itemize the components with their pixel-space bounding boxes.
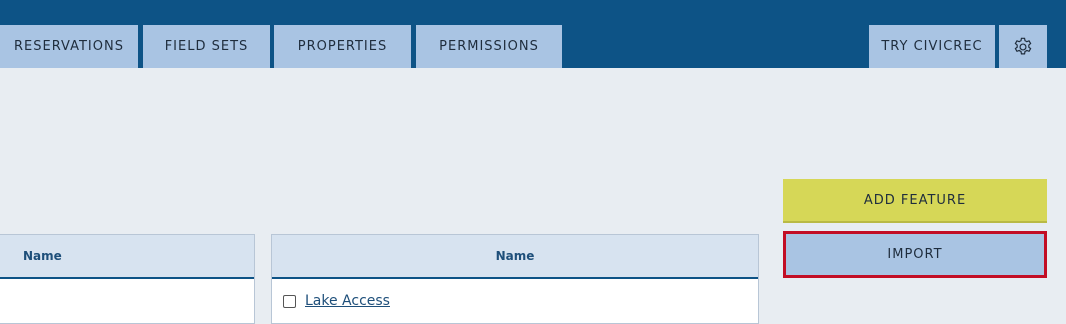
tab-field-sets[interactable]: FIELD SETS <box>143 25 270 68</box>
column-header-name[interactable]: Name <box>23 249 62 263</box>
tab-properties[interactable]: PROPERTIES <box>274 25 411 68</box>
try-civicrec-label: TRY CIVICREC <box>881 39 983 54</box>
add-feature-label: ADD FEATURE <box>863 192 967 208</box>
right-table: Name Lake Access <box>271 234 759 324</box>
row-checkbox[interactable] <box>283 294 296 308</box>
gear-icon <box>1014 37 1032 54</box>
import-label: IMPORT <box>887 247 943 262</box>
left-table: Name <box>0 234 255 324</box>
tab-label: PROPERTIES <box>297 39 388 54</box>
add-feature-button[interactable]: ADD FEATURE <box>783 179 1047 223</box>
try-civicrec-button[interactable]: TRY CIVICREC <box>869 25 995 68</box>
left-table-header: Name <box>0 235 254 279</box>
right-table-header: Name <box>272 235 758 279</box>
top-navigation-bar: RESERVATIONS FIELD SETS PROPERTIES PERMI… <box>0 0 1066 68</box>
feature-link[interactable]: Lake Access <box>305 293 390 309</box>
tab-permissions[interactable]: PERMISSIONS <box>416 25 562 68</box>
column-header-name[interactable]: Name <box>496 249 535 263</box>
tab-reservations[interactable]: RESERVATIONS <box>0 25 138 68</box>
table-row: Lake Access <box>272 279 758 323</box>
import-button[interactable]: IMPORT <box>783 231 1047 278</box>
tab-label: RESERVATIONS <box>14 39 124 54</box>
settings-button[interactable] <box>999 25 1047 68</box>
tab-label: FIELD SETS <box>164 39 249 54</box>
tab-label: PERMISSIONS <box>439 39 539 54</box>
